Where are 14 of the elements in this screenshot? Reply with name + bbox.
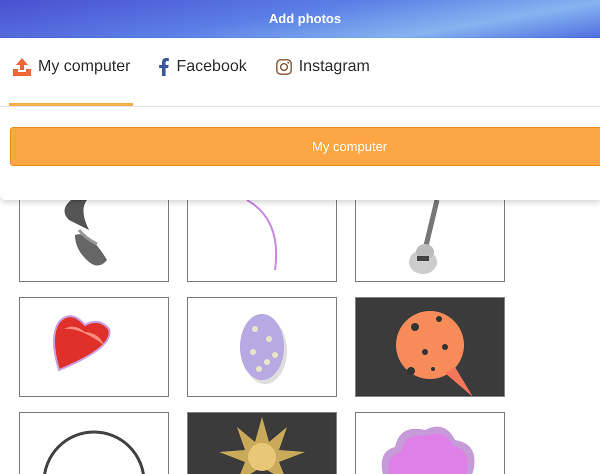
source-tab[interactable]: Facebook	[155, 37, 250, 106]
photo-thumbnail[interactable]	[187, 200, 337, 282]
photo-thumbnail[interactable]	[19, 297, 169, 397]
upload-icon	[12, 57, 32, 77]
photo-thumbnail[interactable]	[19, 200, 169, 282]
photo-thumbnail[interactable]	[19, 412, 169, 474]
photo-thumbnail[interactable]	[355, 200, 505, 282]
instagram-icon	[274, 58, 293, 76]
source-tab[interactable]: My computer	[9, 37, 134, 106]
source-tab[interactable]: Instagram	[272, 37, 373, 106]
photo-thumbnail[interactable]	[355, 412, 505, 474]
header-title: Add photos	[268, 10, 342, 28]
facebook-icon	[158, 58, 170, 76]
photo-thumbnail[interactable]	[187, 297, 337, 397]
